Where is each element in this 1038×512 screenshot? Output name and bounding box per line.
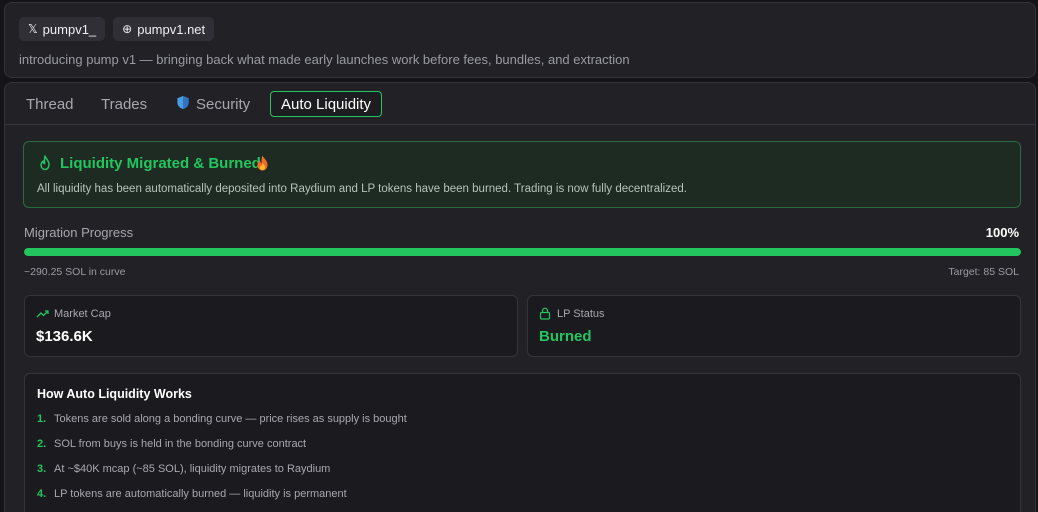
tab-trades[interactable]: Trades: [101, 91, 147, 117]
list-item: 4. LP tokens are automatically burned — l…: [37, 488, 347, 500]
tab-thread[interactable]: Thread: [26, 91, 74, 117]
tab-thread-label: Thread: [26, 95, 74, 113]
tab-auto-liquidity[interactable]: Auto Liquidity: [270, 91, 383, 117]
step-text: Tokens are sold along a bonding curve — …: [54, 413, 407, 425]
migration-alert: Liquidity Migrated & Burned All liquidit…: [23, 141, 1021, 208]
tab-trades-label: Trades: [101, 95, 148, 113]
tab-security-label: Security: [196, 95, 251, 113]
alert-title: Liquidity Migrated & Burned: [60, 155, 261, 172]
sol-in-curve: ~290.25 SOL in curve: [24, 266, 126, 278]
token-description: introducing pump v1 — bringing back what…: [19, 52, 630, 67]
lock-icon: [539, 307, 551, 325]
alert-description: All liquidity has been automatically dep…: [37, 183, 687, 195]
shield-icon: [176, 95, 190, 114]
trending-up-icon: [36, 307, 49, 325]
fire-emoji-icon: [256, 155, 269, 176]
tab-security[interactable]: Security: [176, 91, 250, 117]
website-link-label: pumpv1.net: [137, 21, 206, 37]
x-link-label: pumpv1_: [42, 21, 97, 37]
tab-auto-liquidity-label: Auto Liquidity: [281, 95, 372, 113]
lp-status-label: LP Status: [557, 308, 605, 320]
step-number: 2.: [37, 438, 47, 450]
step-number: 1.: [37, 413, 47, 425]
lp-status-card: LP Status Burned: [527, 295, 1021, 357]
how-it-works-card: How Auto Liquidity Works 1. Tokens are so…: [24, 373, 1021, 512]
migration-progress-label: Migration Progress: [24, 225, 134, 240]
step-number: 3.: [37, 463, 47, 475]
x-logo-icon: 𝕏: [28, 22, 38, 36]
migration-progress-fill: [24, 248, 1021, 256]
migration-progress-percent: 100%: [985, 225, 1019, 240]
market-cap-value: $136.6K: [36, 328, 93, 345]
how-it-works-title: How Auto Liquidity Works: [37, 387, 192, 401]
token-detail-panel: Thread Trades Security Auto Liquidity Li…: [4, 82, 1036, 512]
flame-icon: [38, 155, 52, 176]
lp-status-value: Burned: [539, 328, 592, 345]
globe-icon: ⊕: [122, 22, 133, 36]
step-text: LP tokens are automatically burned — liq…: [54, 488, 347, 500]
market-cap-label: Market Cap: [54, 308, 111, 320]
website-link-button[interactable]: ⊕ pumpv1.net: [113, 17, 215, 41]
token-header-card: 𝕏 pumpv1_ ⊕ pumpv1.net introducing pump …: [4, 2, 1036, 78]
migration-target: Target: 85 SOL: [948, 266, 1019, 278]
list-item: 1. Tokens are sold along a bonding curve …: [37, 413, 407, 425]
migration-progress-bar: [24, 248, 1021, 256]
list-item: 3. At ~$40K mcap (~85 SOL), liquidity mig…: [37, 463, 330, 475]
step-text: SOL from buys is held in the bonding cur…: [54, 438, 307, 450]
social-links: 𝕏 pumpv1_ ⊕ pumpv1.net: [19, 17, 215, 41]
step-text: At ~$40K mcap (~85 SOL), liquidity migra…: [54, 463, 331, 475]
x-link-button[interactable]: 𝕏 pumpv1_: [19, 17, 106, 41]
step-number: 4.: [37, 488, 47, 500]
market-cap-card: Market Cap $136.6K: [24, 295, 518, 357]
tab-bar: Thread Trades Security Auto Liquidity: [5, 83, 1035, 125]
list-item: 2. SOL from buys is held in the bonding c…: [37, 438, 306, 450]
